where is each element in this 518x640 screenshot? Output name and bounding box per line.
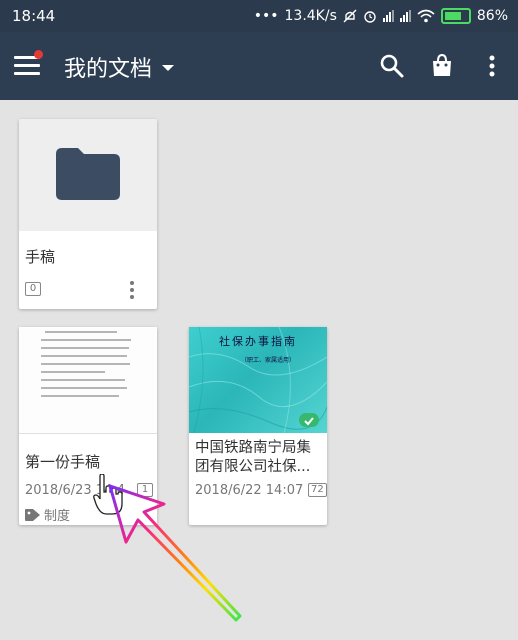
folder-card[interactable]: 手稿 0 [19,119,157,309]
tag-label: 制度 [44,509,71,524]
document-title: 中国铁路南宁局集团有限公司社保... [195,440,311,475]
document-tag[interactable]: 制度 [25,505,70,524]
mute-icon [343,9,357,23]
network-speed: 13.4K/s [284,8,337,24]
cover-subtitle: （职工、家属适用） [241,357,296,364]
status-time: 18:44 [12,7,56,25]
alarm-icon [364,11,376,23]
shopping-bag-icon[interactable] [428,52,456,80]
folder-icon [56,148,120,200]
status-bar: 18:44 ••• 13.4K/s 86% [0,0,518,32]
tag-icon [25,508,40,521]
gesture-arrow-icon [108,484,242,622]
folder-title: 手稿 [25,248,56,266]
page-title: 我的文档 [64,57,153,82]
document-thumbnail: 社保办事指南 （职工、家属适用） [189,327,327,433]
cover-title: 社保办事指南 [219,335,297,348]
battery-icon [440,8,471,24]
overflow-menu-icon[interactable] [478,52,506,80]
menu-button[interactable] [14,50,44,78]
folder-thumbnail [19,119,157,231]
signal-icon [382,10,394,22]
notification-dot [34,50,43,59]
search-icon[interactable] [378,52,406,80]
wifi-icon [417,9,435,23]
item-count-badge: 0 [25,282,41,296]
status-icons: ••• 13.4K/s 86% [254,8,508,24]
signal-2-icon [399,10,411,22]
page-count-badge: 72 [308,483,327,497]
folder-selector[interactable]: 我的文档 [64,51,175,83]
more-options-icon[interactable] [130,281,134,301]
document-thumbnail [19,327,157,434]
document-title: 第一份手稿 [25,453,101,471]
synced-icon [299,413,319,427]
more-dots: ••• [253,8,279,24]
caret-down-icon [162,65,175,71]
battery-level: 86% [476,8,508,24]
app-bar: 我的文档 [0,32,518,100]
